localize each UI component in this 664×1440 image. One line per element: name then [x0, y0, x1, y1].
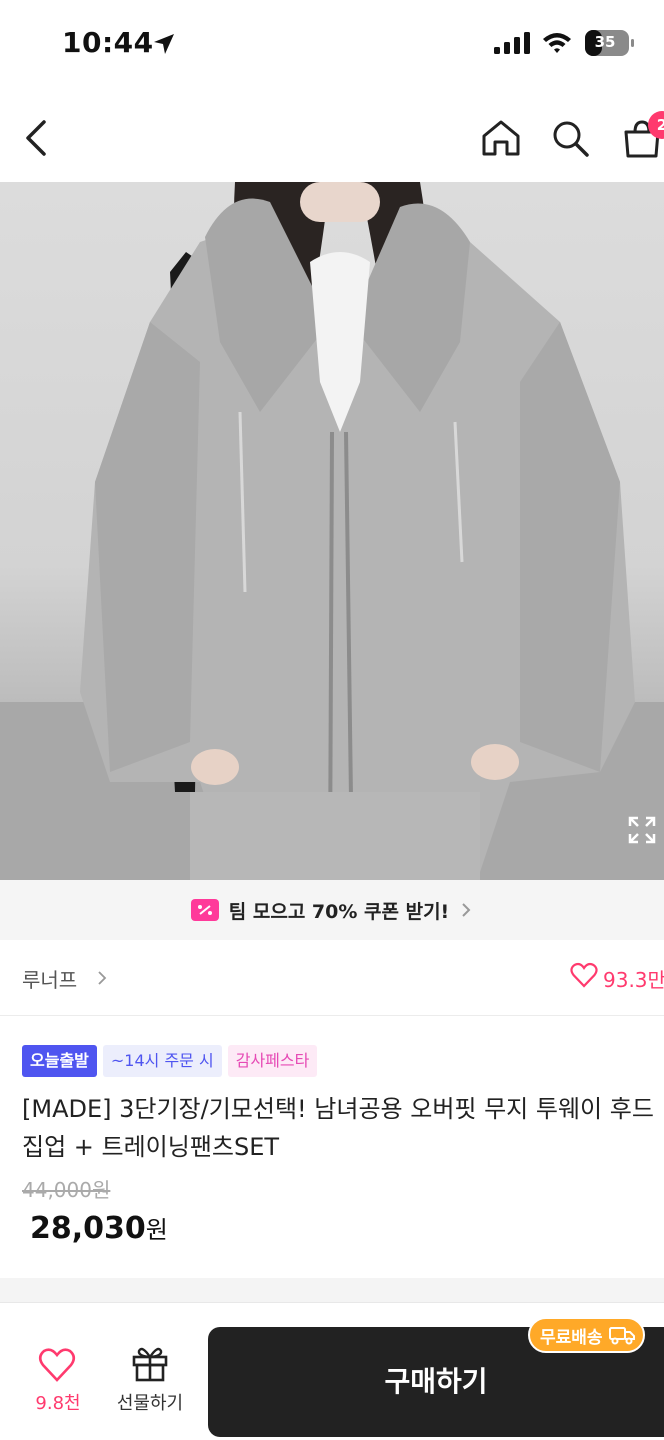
bottom-action-bar: 9.8천 선물하기 구매하기 무료배송 [0, 1302, 664, 1440]
free-shipping-badge: 무료배송 [528, 1317, 645, 1353]
coupon-text: 팀 모으고 70% 쿠폰 받기! [228, 900, 450, 923]
seller-row: 루너프 93.3만 [0, 940, 664, 1016]
today-shipping-badge: 오늘출발 [22, 1045, 97, 1077]
wifi-icon [543, 33, 571, 53]
status-time: 10:44 [62, 26, 154, 59]
sale-price-value: 28,030 [30, 1211, 146, 1246]
status-bar: 10:44 35 [0, 0, 664, 92]
expand-icon[interactable] [626, 814, 658, 846]
sale-price-currency: 원 [145, 1216, 168, 1244]
search-icon[interactable] [549, 118, 591, 158]
coupon-icon [190, 899, 219, 921]
location-arrow-icon [154, 34, 174, 54]
sale-price: 28,030원 [30, 1210, 168, 1246]
coupon-banner[interactable]: 팀 모으고 70% 쿠폰 받기! [0, 880, 664, 940]
free-shipping-label: 무료배송 [540, 1327, 603, 1348]
gift-icon[interactable] [130, 1343, 170, 1383]
home-icon[interactable] [480, 118, 522, 158]
festival-badge: 감사페스타 [227, 1045, 318, 1077]
product-photo-illustration [0, 182, 664, 880]
product-image[interactable] [0, 182, 664, 880]
product-badges: 오늘출발 ~14시 주문 시 감사페스타 [22, 1045, 318, 1077]
back-icon[interactable] [18, 118, 54, 158]
order-deadline-badge: ~14시 주문 시 [102, 1045, 222, 1077]
seller-name[interactable]: 루너프 [22, 964, 77, 993]
chevron-right-icon [462, 903, 471, 917]
section-divider [0, 1278, 664, 1302]
top-nav [0, 92, 664, 182]
seller-like-count: 93.3만 [603, 968, 664, 992]
heart-icon[interactable] [38, 1347, 76, 1383]
chevron-right-icon[interactable] [96, 970, 108, 986]
wish-count: 9.8천 [35, 1393, 81, 1414]
truck-icon [608, 1327, 635, 1345]
battery-level: 35 [594, 33, 616, 51]
gift-label[interactable]: 선물하기 [106, 1389, 194, 1415]
cellular-signal-icon [494, 32, 530, 54]
product-title: [MADE] 3단기장/기모선택! 남녀공용 오버핏 무지 투웨이 후드 집업 … [22, 1095, 654, 1161]
heart-icon[interactable] [570, 962, 598, 988]
original-price: 44,000원 [22, 1178, 111, 1202]
